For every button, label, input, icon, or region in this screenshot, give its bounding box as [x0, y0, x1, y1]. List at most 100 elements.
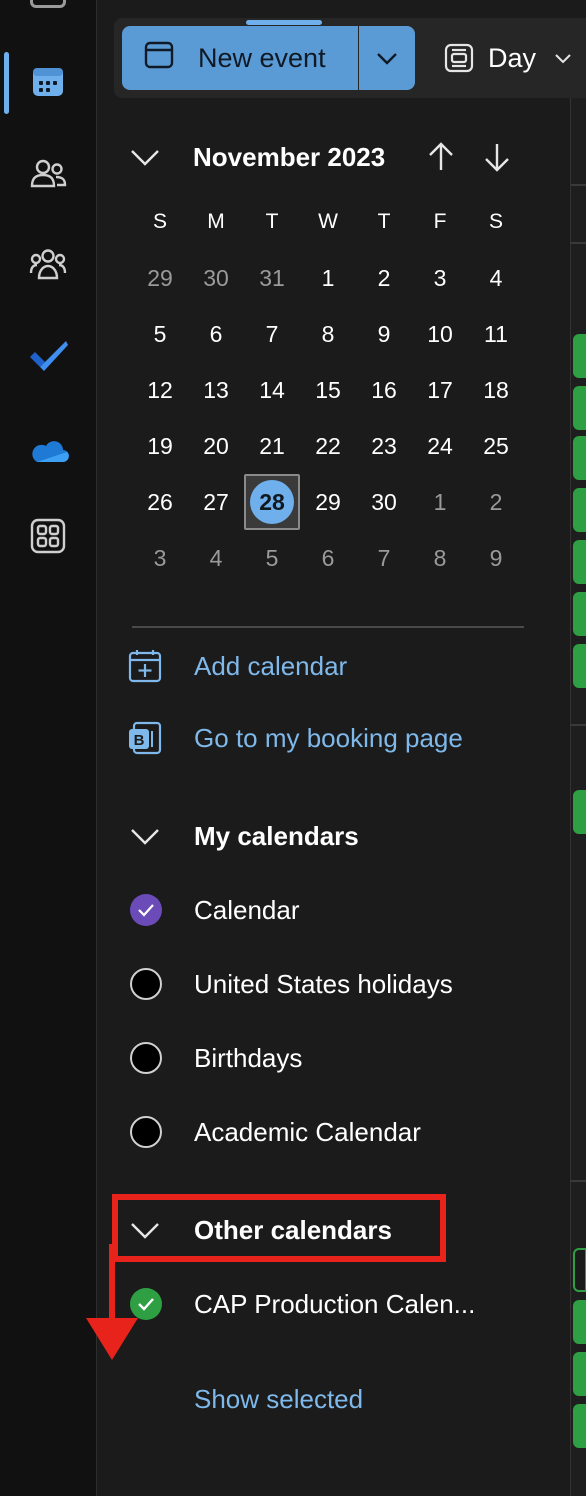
day-cell-today[interactable]: 28: [244, 474, 300, 530]
day-cell[interactable]: 2: [356, 250, 412, 306]
day-cell[interactable]: 5: [132, 306, 188, 362]
calendar-icon[interactable]: [26, 60, 70, 104]
calendar-item-cap-production[interactable]: CAP Production Calen...: [130, 1286, 475, 1322]
day-cell[interactable]: 21: [244, 418, 300, 474]
day-cell[interactable]: 13: [188, 362, 244, 418]
show-selected-link[interactable]: Show selected: [194, 1384, 363, 1415]
add-calendar-link[interactable]: Add calendar: [128, 646, 347, 686]
calendar-side-panel: New event Day November 2023 S M T W T F S 29 30 3: [98, 0, 586, 1496]
day-cell[interactable]: 3: [132, 530, 188, 586]
todo-check-icon[interactable]: [26, 334, 70, 378]
day-cell[interactable]: 24: [412, 418, 468, 474]
event-marker[interactable]: [573, 488, 586, 532]
event-marker[interactable]: [573, 540, 586, 584]
onedrive-cloud-icon[interactable]: [26, 428, 70, 472]
day-cell[interactable]: 11: [468, 306, 524, 362]
day-cell[interactable]: 19: [132, 418, 188, 474]
day-cell[interactable]: 12: [132, 362, 188, 418]
my-calendars-heading: My calendars: [194, 820, 359, 851]
day-cell[interactable]: 8: [300, 306, 356, 362]
calendar-item-calendar[interactable]: Calendar: [130, 892, 300, 928]
event-marker[interactable]: [573, 644, 586, 688]
event-marker[interactable]: [573, 1404, 586, 1448]
today-marker: 28: [250, 480, 294, 524]
chevron-down-icon: [555, 54, 571, 64]
toolbar-tab-indicator: [246, 20, 322, 25]
mail-icon[interactable]: [30, 0, 66, 8]
day-cell[interactable]: 7: [244, 306, 300, 362]
calendar-item-label: United States holidays: [194, 968, 453, 999]
calendar-item-label: Birthdays: [194, 1042, 303, 1073]
day-cell[interactable]: 2: [468, 474, 524, 530]
unchecked-checkbox-icon[interactable]: [130, 1116, 162, 1148]
event-marker[interactable]: [573, 592, 586, 636]
groups-icon[interactable]: [26, 242, 70, 286]
event-marker[interactable]: [573, 790, 586, 834]
day-cell[interactable]: 7: [356, 530, 412, 586]
day-cell[interactable]: 1: [300, 250, 356, 306]
calendar-item-academic[interactable]: Academic Calendar: [130, 1114, 421, 1150]
apps-grid-icon[interactable]: [26, 514, 70, 558]
people-icon[interactable]: [26, 152, 70, 196]
month-title[interactable]: November 2023: [193, 142, 385, 173]
my-calendars-header[interactable]: My calendars: [128, 816, 359, 856]
calendar-outline-icon: [144, 40, 174, 77]
day-cell[interactable]: 26: [132, 474, 188, 530]
day-cell[interactable]: 29: [132, 250, 188, 306]
day-cell[interactable]: 31: [244, 250, 300, 306]
day-cell[interactable]: 17: [412, 362, 468, 418]
new-event-button[interactable]: New event: [122, 26, 358, 90]
calendar-item-us-holidays[interactable]: United States holidays: [130, 966, 453, 1002]
unchecked-checkbox-icon[interactable]: [130, 968, 162, 1000]
day-cell[interactable]: 30: [188, 250, 244, 306]
event-marker[interactable]: [573, 1352, 586, 1396]
checked-checkbox-icon[interactable]: [130, 894, 162, 926]
unchecked-checkbox-icon[interactable]: [130, 1042, 162, 1074]
view-switcher-button[interactable]: Day: [444, 26, 586, 90]
next-month-arrow-icon[interactable]: [480, 140, 514, 174]
event-marker[interactable]: [573, 334, 586, 378]
day-view-icon: [444, 43, 474, 73]
weekday-header: W: [318, 210, 338, 233]
booking-page-link[interactable]: B Go to my booking page: [128, 718, 463, 758]
day-cell[interactable]: 9: [356, 306, 412, 362]
chevron-down-icon: [377, 53, 397, 65]
day-cell[interactable]: 15: [300, 362, 356, 418]
add-calendar-label: Add calendar: [194, 650, 348, 681]
day-cell[interactable]: 30: [356, 474, 412, 530]
weekday-header: S: [152, 210, 167, 233]
collapse-chevron-icon[interactable]: [128, 140, 162, 174]
calendar-item-birthdays[interactable]: Birthdays: [130, 1040, 302, 1076]
day-cell[interactable]: 5: [244, 530, 300, 586]
day-cell[interactable]: 6: [300, 530, 356, 586]
day-cell[interactable]: 29: [300, 474, 356, 530]
day-cell[interactable]: 3: [412, 250, 468, 306]
new-event-dropdown-button[interactable]: [359, 26, 415, 90]
day-cell[interactable]: 6: [188, 306, 244, 362]
day-cell[interactable]: 14: [244, 362, 300, 418]
day-cell[interactable]: 23: [356, 418, 412, 474]
day-cell[interactable]: 20: [188, 418, 244, 474]
calendar-add-icon: [128, 650, 162, 683]
day-cell[interactable]: 9: [468, 530, 524, 586]
annotation-arrow-shaft: [109, 1244, 115, 1324]
day-cell[interactable]: 16: [356, 362, 412, 418]
checked-checkbox-icon[interactable]: [130, 1288, 162, 1320]
event-marker[interactable]: [573, 386, 586, 430]
day-cell[interactable]: 18: [468, 362, 524, 418]
day-cell[interactable]: 1: [412, 474, 468, 530]
day-cell[interactable]: 25: [468, 418, 524, 474]
divider: [132, 626, 524, 628]
annotation-arrow-head-icon: [86, 1318, 138, 1360]
day-cell[interactable]: 4: [188, 530, 244, 586]
event-marker[interactable]: [573, 1248, 586, 1292]
day-cell[interactable]: 27: [188, 474, 244, 530]
day-cell[interactable]: 4: [468, 250, 524, 306]
event-marker[interactable]: [573, 1300, 586, 1344]
day-cell[interactable]: 8: [412, 530, 468, 586]
day-cell[interactable]: 22: [300, 418, 356, 474]
event-marker[interactable]: [573, 436, 586, 480]
previous-month-arrow-icon[interactable]: [424, 140, 458, 174]
calendar-view-edge: [570, 98, 586, 1496]
day-cell[interactable]: 10: [412, 306, 468, 362]
